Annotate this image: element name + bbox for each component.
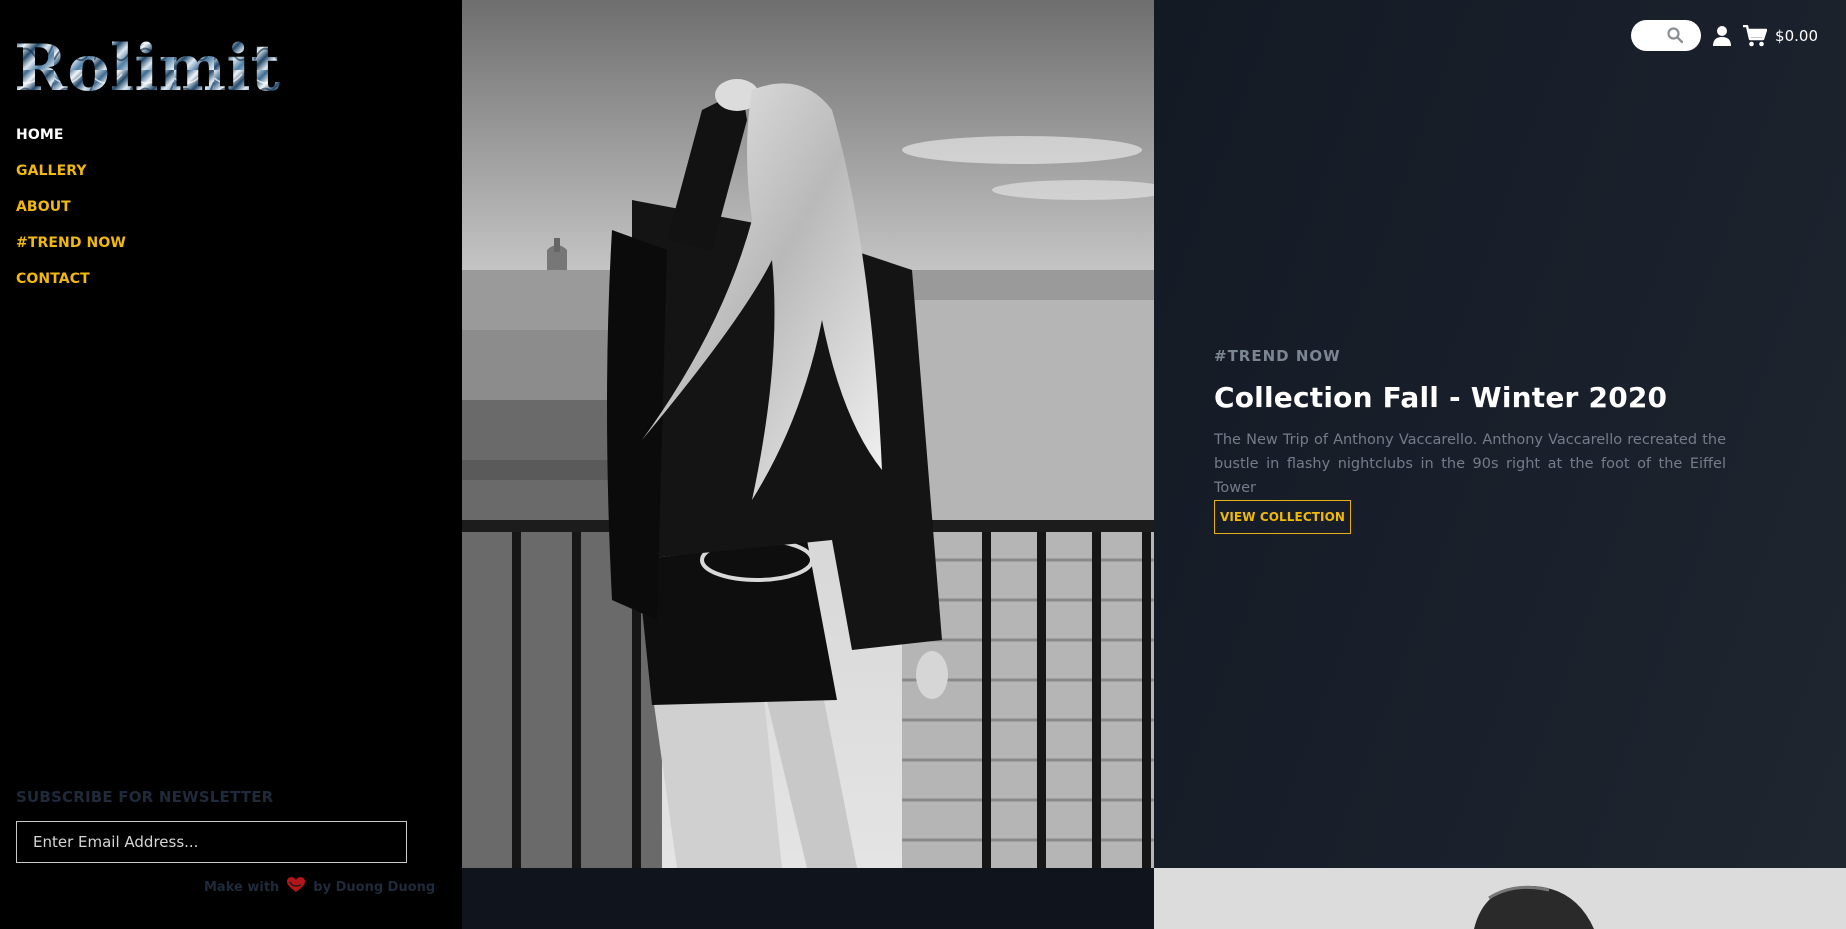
second-photo-image <box>1154 868 1846 929</box>
cart-icon[interactable] <box>1743 24 1768 47</box>
hero-eyebrow: #TREND NOW <box>1214 347 1341 365</box>
credit-prefix: Make with <box>204 879 280 895</box>
user-icon[interactable] <box>1713 25 1732 46</box>
nav-item-trend-now: #TREND NOW <box>16 234 126 270</box>
hero-title: Collection Fall - Winter 2020 <box>1214 381 1668 414</box>
hero-photo-image <box>462 0 1154 868</box>
search-icon <box>1667 27 1684 43</box>
main-nav: HOME GALLERY ABOUT #TREND NOW CONTACT <box>16 126 126 306</box>
nav-item-about: ABOUT <box>16 198 126 234</box>
credit-suffix: by Duong Duong <box>313 879 436 895</box>
next-section-dark <box>462 868 1154 929</box>
brand-logo[interactable]: Rolimit <box>14 30 314 100</box>
nav-link-contact[interactable]: CONTACT <box>16 271 90 287</box>
sidebar: Rolimit HOME GALLERY ABOUT #TREND NOW CO… <box>0 0 462 929</box>
newsletter-email-field[interactable] <box>16 821 407 863</box>
view-collection-button[interactable]: VIEW COLLECTION <box>1214 500 1351 534</box>
brand-logo-image: Rolimit <box>14 31 281 100</box>
nav-link-about[interactable]: ABOUT <box>16 199 71 215</box>
nav-link-home[interactable]: HOME <box>16 127 64 143</box>
nav-link-gallery[interactable]: GALLERY <box>16 163 87 179</box>
heart-icon <box>287 877 306 897</box>
hero-description: The New Trip of Anthony Vaccarello. Anth… <box>1214 432 1726 496</box>
second-photo-preview <box>1154 868 1846 929</box>
nav-item-contact: CONTACT <box>16 270 126 306</box>
footer-credit: Make with by Duong Duong <box>204 877 435 897</box>
svg-text:Rolimit: Rolimit <box>14 31 281 100</box>
nav-item-gallery: GALLERY <box>16 162 126 198</box>
header-tools: $0.00 <box>1631 20 1818 51</box>
hero-photo <box>462 0 1154 868</box>
nav-link-trend-now[interactable]: #TREND NOW <box>16 235 126 251</box>
newsletter-title: SUBSCRIBE FOR NEWSLETTER <box>16 788 274 806</box>
nav-item-home: HOME <box>16 126 126 162</box>
search-button[interactable] <box>1631 20 1702 51</box>
cart-total[interactable]: $0.00 <box>1775 27 1818 45</box>
